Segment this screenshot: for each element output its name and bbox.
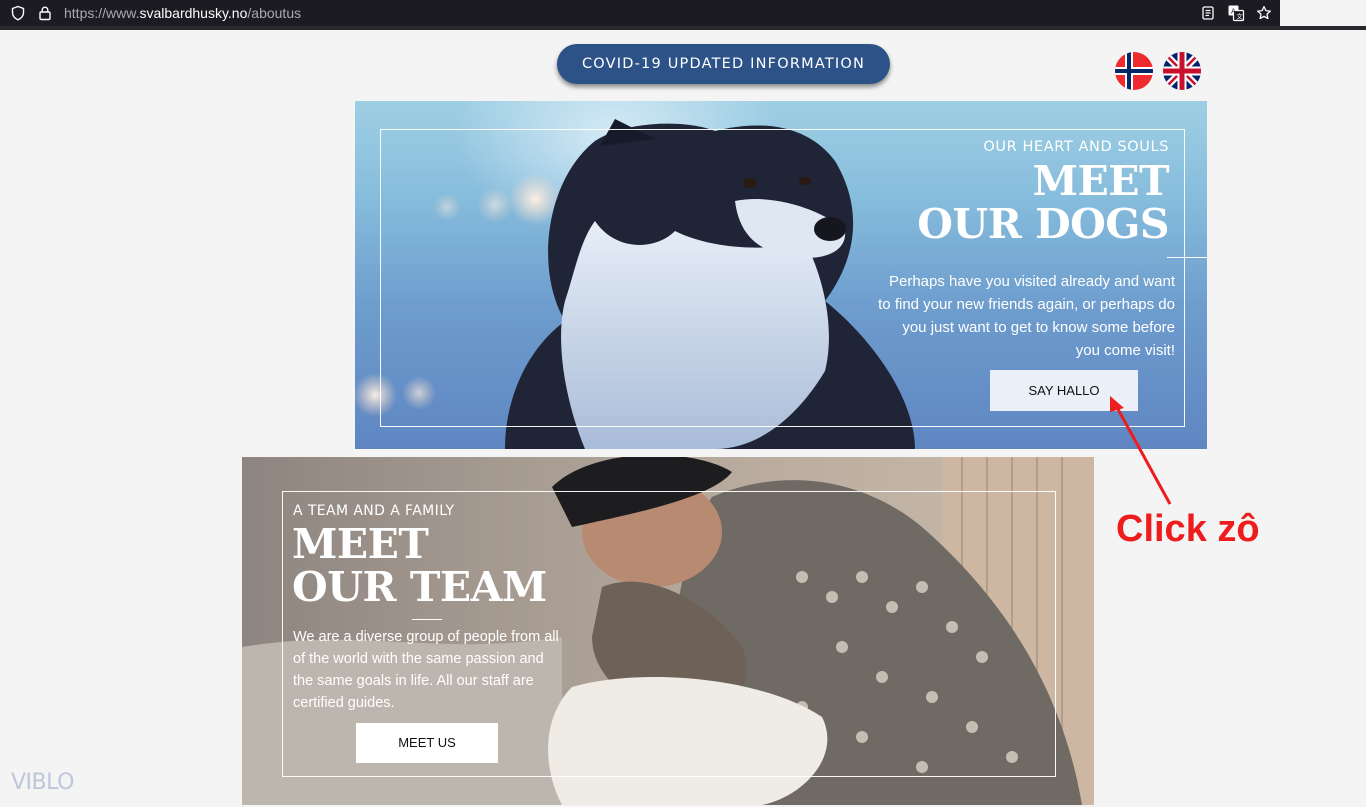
svg-text:A: A	[1231, 8, 1236, 16]
dogs-heading-line2: OUR DOGS	[917, 200, 1169, 248]
dogs-heading: MEET OUR DOGS	[917, 160, 1169, 246]
team-kicker: A TEAM AND A FAMILY	[293, 503, 455, 519]
translate-icon[interactable]: A文	[1226, 3, 1246, 23]
viblo-watermark: VIBLO	[11, 770, 74, 795]
url-host: svalbardhusky.no	[139, 5, 248, 21]
team-heading: MEET OUR TEAM	[292, 523, 547, 609]
red-arrow-annotation	[1110, 396, 1172, 505]
url-scheme: https://www.	[64, 5, 140, 21]
shield-icon[interactable]	[8, 3, 28, 23]
team-heading-line2: OUR TEAM	[292, 563, 547, 611]
svg-text:文: 文	[1236, 12, 1243, 21]
dogs-heading-line1: MEET	[1032, 157, 1170, 205]
meet-our-team-banner: A TEAM AND A FAMILY MEET OUR TEAM We are…	[242, 457, 1094, 805]
team-description: We are a diverse group of people from al…	[293, 629, 559, 711]
meet-our-dogs-banner: OUR HEART AND SOULS MEET OUR DOGS Perhap…	[355, 101, 1207, 449]
reader-view-icon[interactable]	[1198, 3, 1218, 23]
team-heading-line1: MEET	[292, 520, 429, 568]
toolbar-separator	[0, 26, 1366, 30]
bookmark-star-icon[interactable]	[1254, 3, 1274, 23]
lock-icon[interactable]	[35, 3, 55, 23]
url-path: /aboutus	[247, 5, 302, 21]
meet-us-button[interactable]: MEET US	[356, 723, 498, 763]
dogs-divider	[1167, 257, 1207, 258]
browser-url-bar: https://www.svalbardhusky.no/aboutus A文	[0, 0, 1280, 26]
dogs-kicker: OUR HEART AND SOULS	[983, 139, 1169, 155]
click-annotation-label: Click zô	[1116, 508, 1260, 550]
dogs-description: Perhaps have you visited already and wan…	[878, 273, 1175, 359]
address-bar-url[interactable]: https://www.svalbardhusky.no/aboutus	[64, 4, 301, 22]
team-divider	[412, 619, 442, 620]
covid-info-button[interactable]: COVID-19 UPDATED INFORMATION	[557, 44, 890, 84]
uk-flag-icon[interactable]	[1163, 52, 1201, 90]
norwegian-flag-icon[interactable]	[1115, 52, 1153, 90]
